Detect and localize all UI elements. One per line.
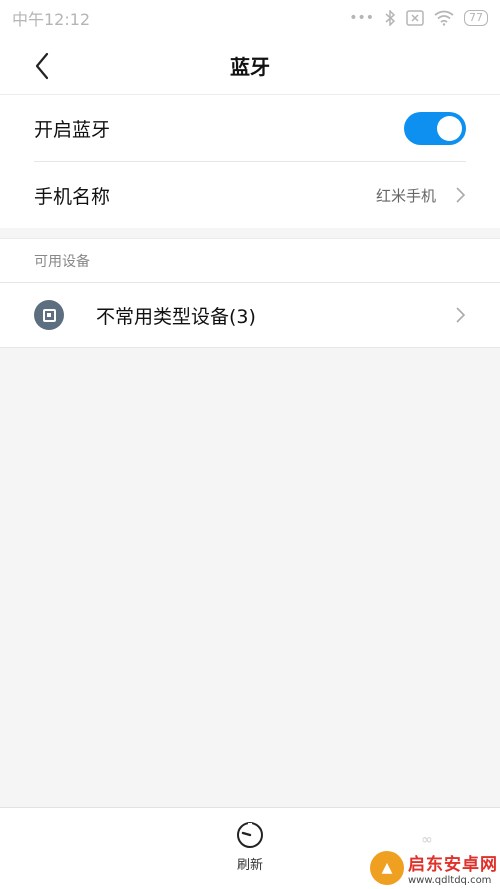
back-arrow-icon xyxy=(35,52,49,80)
device-list-item[interactable]: 不常用类型设备(3) xyxy=(0,282,500,348)
device-generic-icon xyxy=(34,300,64,330)
battery-icon: 77 xyxy=(464,10,488,26)
header: 蓝牙 xyxy=(0,36,500,94)
chevron-right-icon xyxy=(456,187,466,203)
status-icons: ••• 77 xyxy=(349,10,488,26)
device-name-row[interactable]: 手机名称 红米手机 xyxy=(0,162,500,228)
device-name-label: 手机名称 xyxy=(34,185,111,208)
notification-dots-icon: ••• xyxy=(349,10,374,26)
watermark-title: 启东安卓网 xyxy=(408,855,498,875)
refresh-button[interactable]: 刷新 xyxy=(220,820,280,880)
available-devices-title: 可用设备 xyxy=(34,253,90,270)
bluetooth-toggle[interactable] xyxy=(404,111,466,145)
chevron-right-icon xyxy=(456,307,466,323)
settings-section: 开启蓝牙 手机名称 红米手机 xyxy=(0,94,500,228)
watermark-url: www.qdltdq.com xyxy=(408,875,492,886)
device-label: 不常用类型设备(3) xyxy=(96,305,256,328)
page-title: 蓝牙 xyxy=(230,54,270,79)
watermark: ▲ 启东安卓网 www.qdltdq.com xyxy=(370,848,500,888)
device-name-value: 红米手机 xyxy=(375,186,436,205)
refresh-icon xyxy=(237,822,263,848)
status-bar: 中午12:12 ••• 77 xyxy=(0,0,500,36)
back-button[interactable] xyxy=(26,50,58,82)
bluetooth-toggle-row[interactable]: 开启蓝牙 xyxy=(0,95,500,161)
bluetooth-toggle-label: 开启蓝牙 xyxy=(34,118,111,141)
watermark-logo-icon: ▲ xyxy=(370,851,404,885)
available-devices-header: 可用设备 xyxy=(0,238,500,282)
bluetooth-icon xyxy=(385,10,396,26)
wifi-icon xyxy=(434,10,454,26)
status-time: 中午12:12 xyxy=(12,10,91,29)
toggle-knob xyxy=(437,115,462,141)
refresh-label: 刷新 xyxy=(236,858,263,873)
no-sim-icon xyxy=(406,10,424,26)
